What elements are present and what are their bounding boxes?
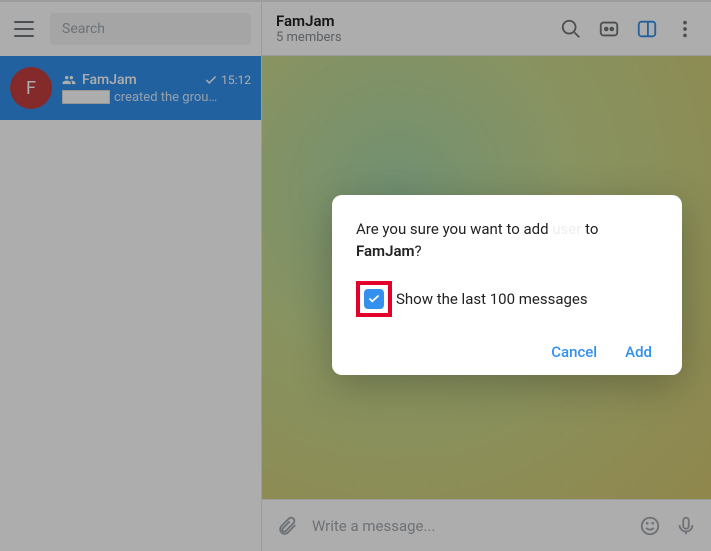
dialog-qmark: ? xyxy=(415,242,422,260)
dialog-text-prefix: Are you sure you want to add xyxy=(356,220,552,238)
dialog-text-user: user xyxy=(552,220,581,238)
confirm-dialog: Are you sure you want to add user to Fam… xyxy=(332,195,682,375)
modal-overlay[interactable]: Are you sure you want to add user to Fam… xyxy=(0,0,711,551)
cancel-button[interactable]: Cancel xyxy=(551,343,597,361)
dialog-text-to: to xyxy=(581,220,598,238)
show-last-messages-checkbox[interactable] xyxy=(364,289,384,309)
dialog-message: Are you sure you want to add user to Fam… xyxy=(356,219,658,263)
checkbox-label[interactable]: Show the last 100 messages xyxy=(396,290,588,308)
dialog-actions: Cancel Add xyxy=(356,343,658,361)
checkbox-highlight xyxy=(356,281,392,317)
dialog-group-name: FamJam xyxy=(356,242,415,260)
checkbox-row: Show the last 100 messages xyxy=(356,281,658,317)
checkmark-icon xyxy=(367,292,381,306)
add-button[interactable]: Add xyxy=(625,343,652,361)
